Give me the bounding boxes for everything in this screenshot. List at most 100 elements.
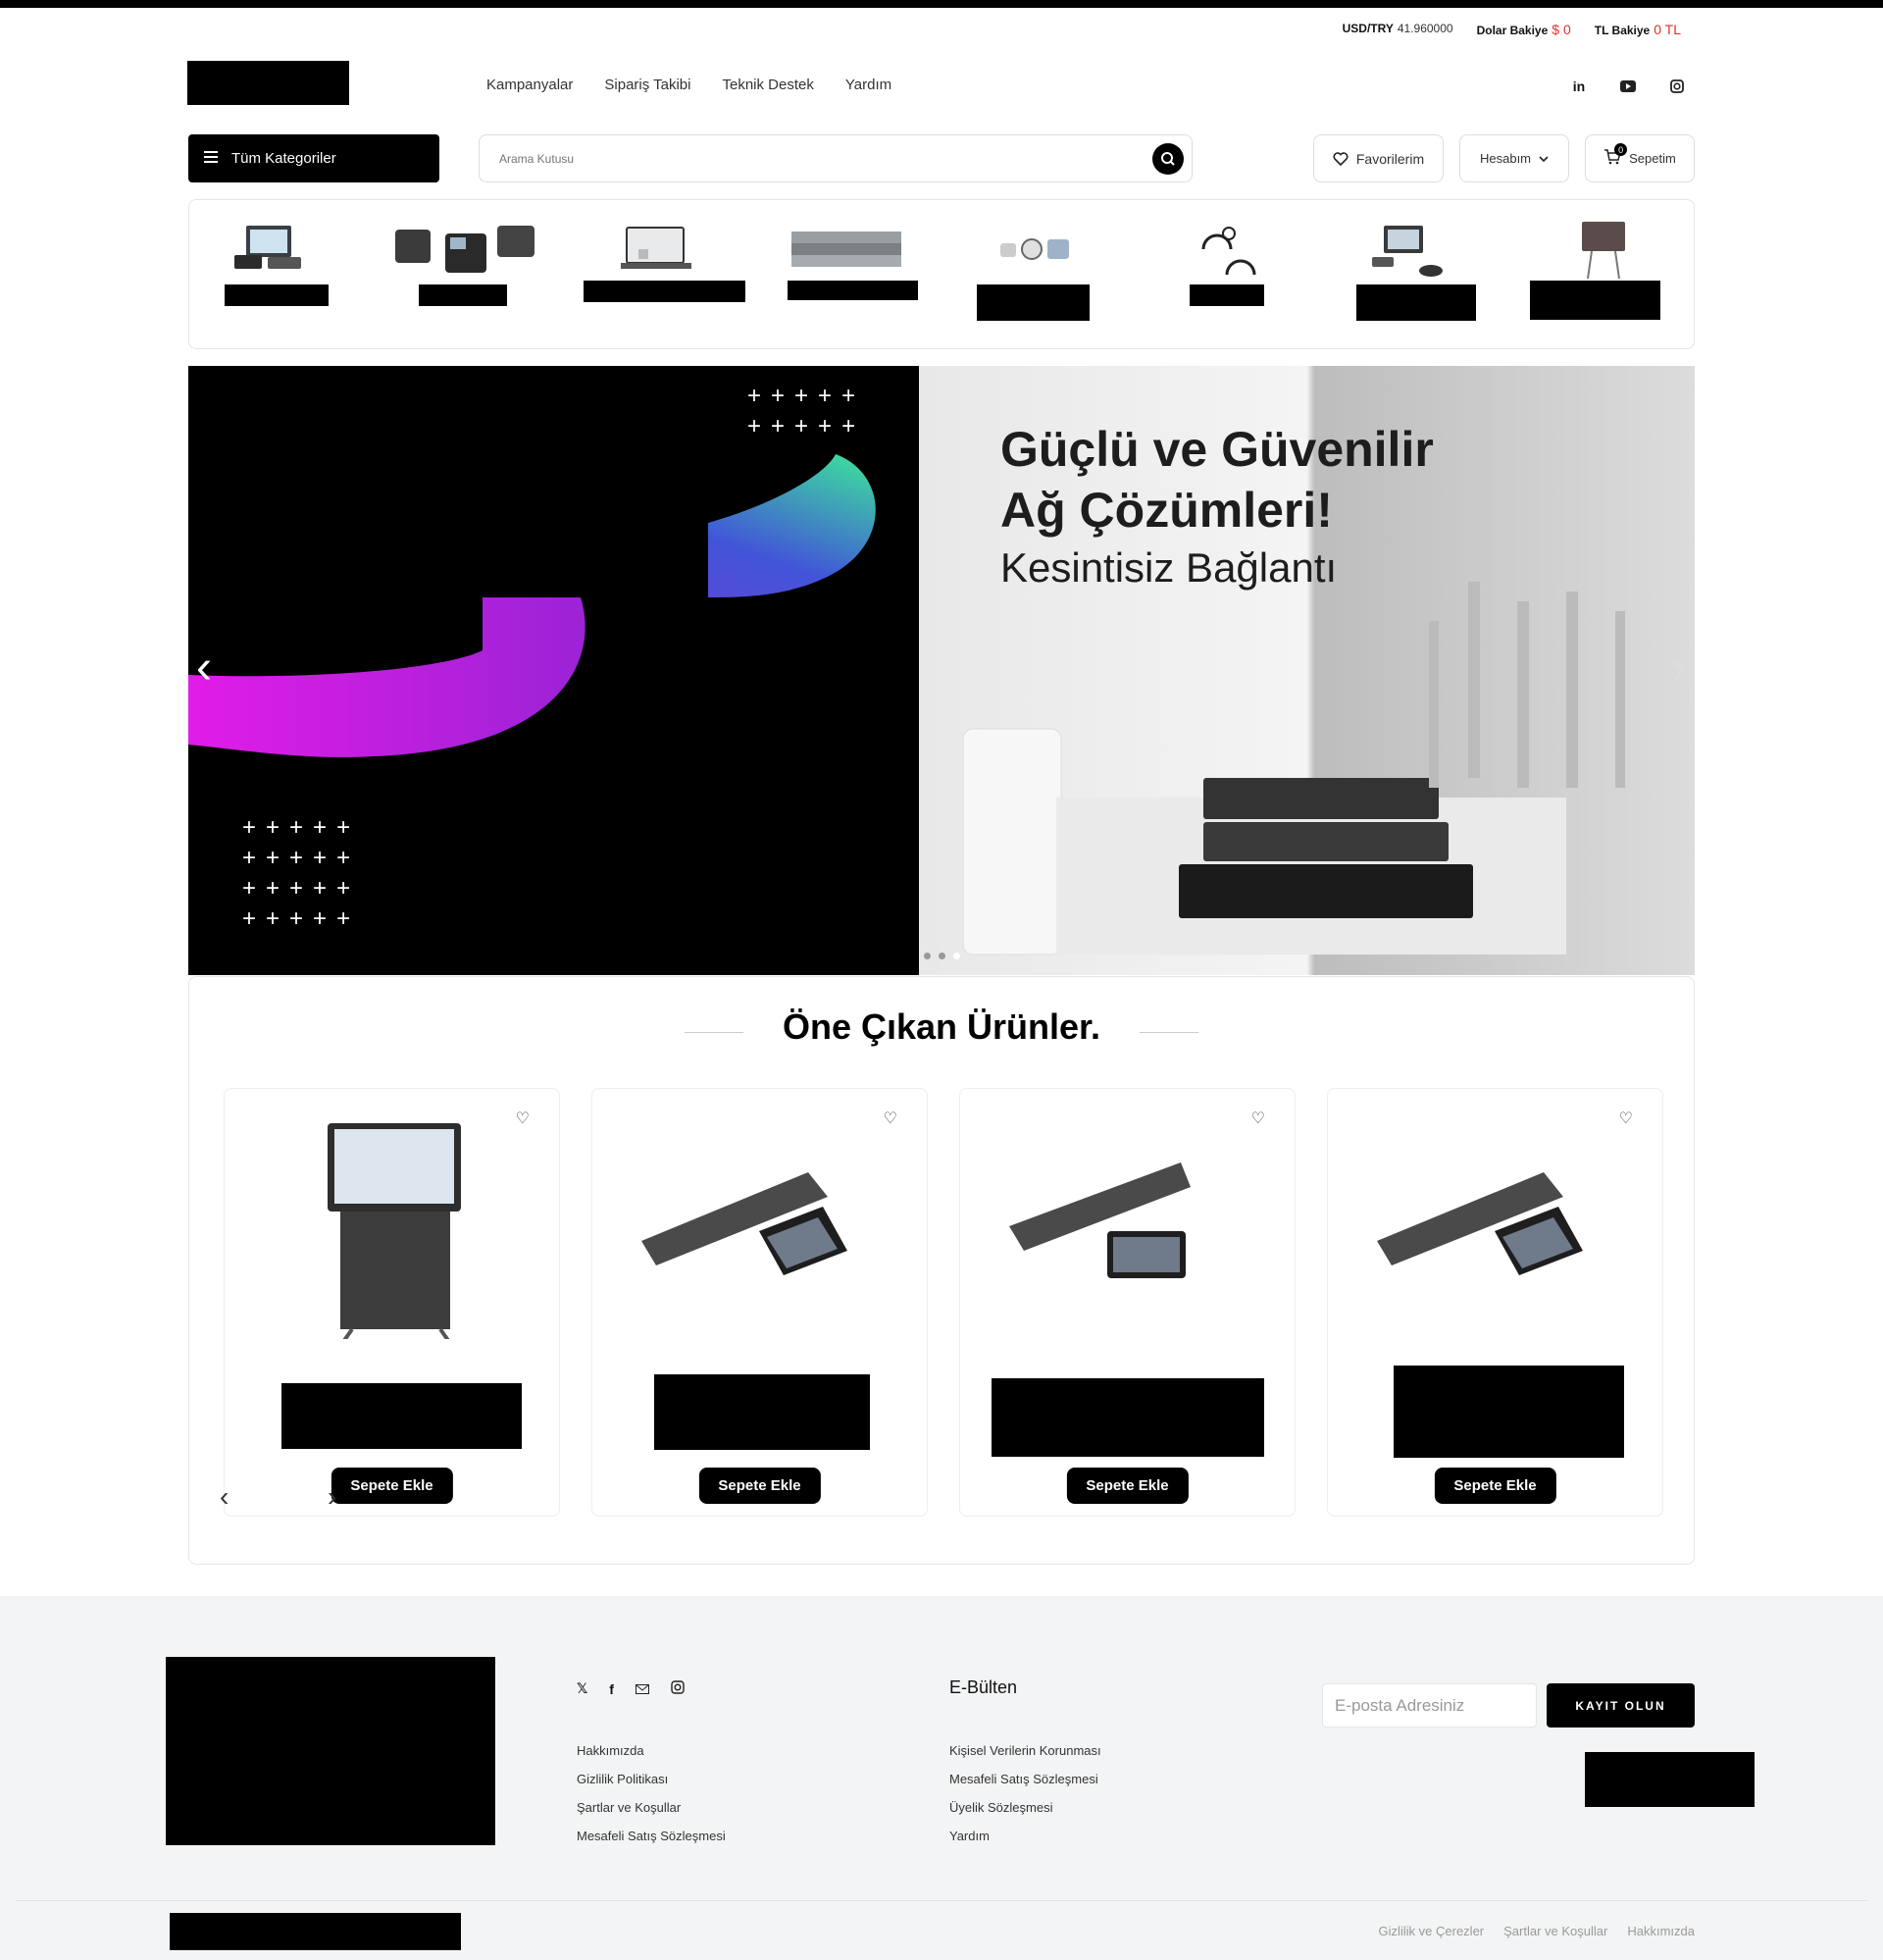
all-categories-button[interactable]: Tüm Kategoriler — [188, 134, 439, 182]
chevron-down-icon — [1539, 155, 1549, 162]
product-card[interactable]: ♡ Sepete Ekle — [224, 1088, 560, 1517]
category-label-redacted — [1190, 284, 1264, 306]
product-image — [1377, 1172, 1583, 1275]
slider-dot[interactable] — [939, 953, 945, 959]
footer-link[interactable]: Gizlilik Politikası — [577, 1772, 726, 1786]
footer-links-col1: Hakkımızda Gizlilik Politikası Şartlar v… — [577, 1743, 726, 1843]
slider-dot-active[interactable] — [953, 953, 960, 959]
category-rack-server[interactable] — [788, 220, 918, 300]
hero-slide-image: Güçlü ve Güvenilir Ağ Çözümleri! Kesintis… — [919, 366, 1695, 975]
add-to-cart-button[interactable]: Sepete Ekle — [1434, 1468, 1556, 1504]
account-button[interactable]: Hesabım — [1459, 134, 1569, 182]
footer-logo — [166, 1657, 495, 1845]
tl-balance: TL Bakiye 0 TL — [1594, 22, 1681, 37]
title-divider-right — [1140, 1032, 1198, 1033]
product-image — [1009, 1162, 1191, 1278]
footer-social: 𝕏 f — [577, 1680, 685, 1697]
mail-icon[interactable] — [635, 1681, 649, 1697]
slider-dots — [924, 953, 960, 959]
payment-badge-redacted — [1585, 1752, 1755, 1807]
category-ip-phones[interactable] — [391, 220, 538, 306]
category-label-redacted — [1530, 281, 1660, 320]
bottom-link[interactable]: Hakkımızda — [1627, 1924, 1695, 1938]
footer-link[interactable]: Mesafeli Satış Sözleşmesi — [949, 1772, 1101, 1786]
title-divider-left — [685, 1032, 743, 1033]
copyright-redacted — [170, 1913, 461, 1950]
bottom-link[interactable]: Şartlar ve Koşullar — [1503, 1924, 1607, 1938]
footer-link[interactable]: Yardım — [949, 1829, 1101, 1843]
favorites-label: Favorilerim — [1355, 150, 1425, 167]
nav-teknik-destek[interactable]: Teknik Destek — [723, 77, 814, 93]
search-input[interactable] — [499, 151, 1152, 166]
category-strip — [188, 199, 1695, 349]
category-video-conference[interactable] — [1356, 220, 1476, 321]
nav-kampanyalar[interactable]: Kampanyalar — [486, 77, 573, 93]
favorites-button[interactable]: Favorilerim — [1313, 134, 1444, 182]
search-icon — [1161, 151, 1175, 166]
carousel-next-arrow[interactable]: › — [328, 1481, 336, 1513]
category-headsets[interactable] — [1190, 220, 1272, 306]
facebook-icon[interactable]: f — [609, 1681, 614, 1697]
bottom-link[interactable]: Gizlilik ve Çerezler — [1379, 1924, 1485, 1938]
add-to-cart-button[interactable]: Sepete Ekle — [698, 1468, 821, 1504]
main-nav: Kampanyalar Sipariş Takibi Teknik Destek… — [486, 77, 891, 93]
category-label-redacted — [788, 281, 918, 300]
add-to-cart-button[interactable]: Sepete Ekle — [1066, 1468, 1189, 1504]
newsletter-email-input[interactable]: E-posta Adresiniz — [1322, 1683, 1537, 1728]
product-card[interactable]: ♡ Sepete Ekle — [959, 1088, 1296, 1517]
social-links: in — [1569, 77, 1687, 95]
nav-yardim[interactable]: Yardım — [845, 77, 891, 93]
category-voip-gateway[interactable] — [584, 220, 745, 302]
account-label: Hesabım — [1479, 151, 1532, 166]
category-label-redacted — [225, 284, 329, 306]
search-bar — [479, 134, 1193, 182]
category-label-redacted — [977, 284, 1090, 321]
instagram-icon[interactable] — [1667, 77, 1687, 95]
newsletter-subscribe-button[interactable]: KAYIT OLUN — [1547, 1683, 1695, 1728]
product-card[interactable]: ♡ Sepete Ekle — [591, 1088, 928, 1517]
add-to-cart-button[interactable]: Sepete Ekle — [331, 1468, 453, 1504]
category-label-redacted — [584, 281, 745, 302]
decor-plus-bottom: +++++ +++++ +++++ +++++ — [242, 814, 361, 932]
category-interactive-display[interactable] — [1530, 220, 1660, 320]
instagram-icon[interactable] — [671, 1680, 685, 1697]
youtube-icon[interactable] — [1618, 77, 1638, 95]
category-security-cameras[interactable] — [977, 220, 1090, 321]
cart-label: Sepetim — [1629, 151, 1676, 166]
carousel-prev-arrow[interactable]: ‹ — [220, 1481, 229, 1513]
footer-divider — [16, 1900, 1867, 1901]
slider-next-arrow[interactable]: › — [1671, 641, 1687, 695]
product-image — [328, 1123, 461, 1339]
product-card[interactable]: ♡ Sepete Ekle — [1327, 1088, 1663, 1517]
product-name-redacted — [992, 1378, 1264, 1457]
featured-title: Öne Çıkan Ürünler. — [782, 1006, 1101, 1047]
heart-icon — [1333, 151, 1349, 166]
category-label-redacted — [419, 284, 507, 306]
dollar-balance: Dolar Bakiye $ 0 — [1476, 22, 1571, 37]
footer-link[interactable]: Mesafeli Satış Sözleşmesi — [577, 1829, 726, 1843]
hero-slider: +++++ +++++ +++++ +++++ +++++ +++++ Güçlü ve… — [188, 366, 1695, 975]
footer-link[interactable]: Hakkımızda — [577, 1743, 726, 1758]
footer-link[interactable]: Kişisel Verilerin Korunması — [949, 1743, 1101, 1758]
cart-button[interactable]: 0 Sepetim — [1585, 134, 1695, 182]
nav-siparis-takibi[interactable]: Sipariş Takibi — [604, 77, 690, 93]
search-button[interactable] — [1152, 142, 1184, 175]
slider-dot[interactable] — [924, 953, 931, 959]
product-name-redacted — [1394, 1366, 1624, 1458]
decor-plus-top: +++++ +++++ — [747, 383, 866, 439]
footer-links-col2: Kişisel Verilerin Korunması Mesafeli Sat… — [949, 1743, 1101, 1843]
footer-link[interactable]: Şartlar ve Koşullar — [577, 1800, 726, 1815]
newsletter-title: E-Bülten — [949, 1677, 1018, 1697]
cart-icon: 0 — [1603, 143, 1628, 168]
slider-prev-arrow[interactable]: ‹ — [196, 641, 212, 695]
currency-bar: USD/TRY 41.960000 Dolar Bakiye $ 0 TL Baki… — [1343, 22, 1681, 37]
category-pbx-system[interactable] — [225, 220, 329, 306]
top-border — [0, 0, 1883, 8]
footer-link[interactable]: Üyelik Sözleşmesi — [949, 1800, 1101, 1815]
all-categories-label: Tüm Kategoriler — [231, 150, 336, 167]
site-logo[interactable] — [187, 61, 349, 105]
usd-rate: USD/TRY 41.960000 — [1342, 22, 1453, 35]
linkedin-icon[interactable]: in — [1569, 77, 1589, 95]
product-image — [641, 1172, 847, 1275]
x-icon[interactable]: 𝕏 — [577, 1680, 587, 1697]
